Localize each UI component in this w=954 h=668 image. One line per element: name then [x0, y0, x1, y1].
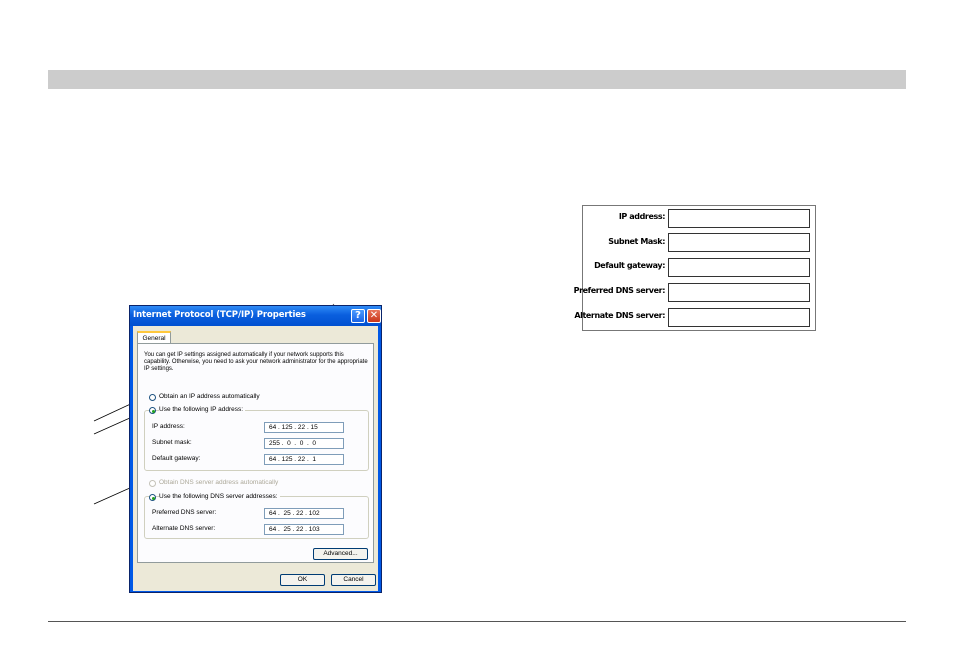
subnet-mask-field[interactable]: 255 . 0 . 0 . 0 [264, 438, 344, 449]
dns-manual-radio[interactable] [149, 494, 156, 501]
form-field-preferred-dns[interactable] [668, 283, 810, 302]
general-panel: You can get IP settings assigned automat… [137, 343, 374, 563]
close-icon: ✕ [369, 310, 379, 321]
ok-button[interactable]: OK [280, 574, 325, 586]
ip-manual-radio[interactable] [149, 407, 156, 414]
close-button[interactable]: ✕ [367, 309, 381, 323]
dns-auto-label: Obtain DNS server address automatically [159, 479, 281, 486]
form-field-ip-address[interactable] [668, 209, 810, 228]
form-label-default-gateway: Default gateway: [594, 261, 665, 270]
default-gateway-label: Default gateway: [152, 455, 201, 462]
ip-address-field[interactable]: 64 . 125 . 22 . 15 [264, 422, 344, 433]
ip-auto-label: Obtain an IP address automatically [159, 393, 262, 400]
alternate-dns-label: Alternate DNS server: [152, 525, 216, 532]
alternate-dns-field[interactable]: 64 . 25 . 22 . 103 [264, 524, 344, 535]
dialog-client: General You can get IP settings assigned… [133, 326, 378, 591]
tcpip-properties-dialog: Internet Protocol (TCP/IP) Properties ? … [129, 305, 382, 593]
cancel-button[interactable]: Cancel [331, 574, 376, 586]
form-label-alternate-dns: Alternate DNS server: [574, 311, 665, 320]
subnet-mask-label: Subnet mask: [152, 439, 192, 446]
settings-record-form: IP address: Subnet Mask: Default gateway… [574, 205, 816, 331]
help-button[interactable]: ? [351, 309, 365, 323]
dns-manual-label: Use the following DNS server addresses: [159, 493, 280, 500]
form-field-alternate-dns[interactable] [668, 308, 810, 327]
intro-text: You can get IP settings assigned automat… [144, 352, 368, 372]
preferred-dns-label: Preferred DNS server: [152, 509, 217, 516]
form-field-subnet-mask[interactable] [668, 233, 810, 252]
radio-selected-dot [151, 496, 155, 500]
footer-rule [48, 621, 906, 622]
ip-manual-label: Use the following IP address: [159, 406, 246, 413]
dns-auto-radio[interactable] [149, 480, 156, 487]
advanced-button[interactable]: Advanced... [313, 548, 368, 560]
dialog-title: Internet Protocol (TCP/IP) Properties [133, 310, 306, 320]
ip-auto-radio[interactable] [149, 394, 156, 401]
radio-selected-dot [151, 409, 155, 413]
form-field-default-gateway[interactable] [668, 258, 810, 277]
preferred-dns-field[interactable]: 64 . 25 . 22 . 102 [264, 508, 344, 519]
form-label-preferred-dns: Preferred DNS server: [573, 286, 666, 295]
help-icon: ? [355, 310, 361, 321]
form-label-ip-address: IP address: [618, 212, 666, 221]
default-gateway-field[interactable]: 64 . 125 . 22 . 1 [264, 454, 344, 465]
form-label-subnet-mask: Subnet Mask: [608, 237, 665, 246]
dialog-titlebar[interactable]: Internet Protocol (TCP/IP) Properties ? … [130, 306, 381, 326]
ip-address-label: IP address: [152, 423, 185, 430]
